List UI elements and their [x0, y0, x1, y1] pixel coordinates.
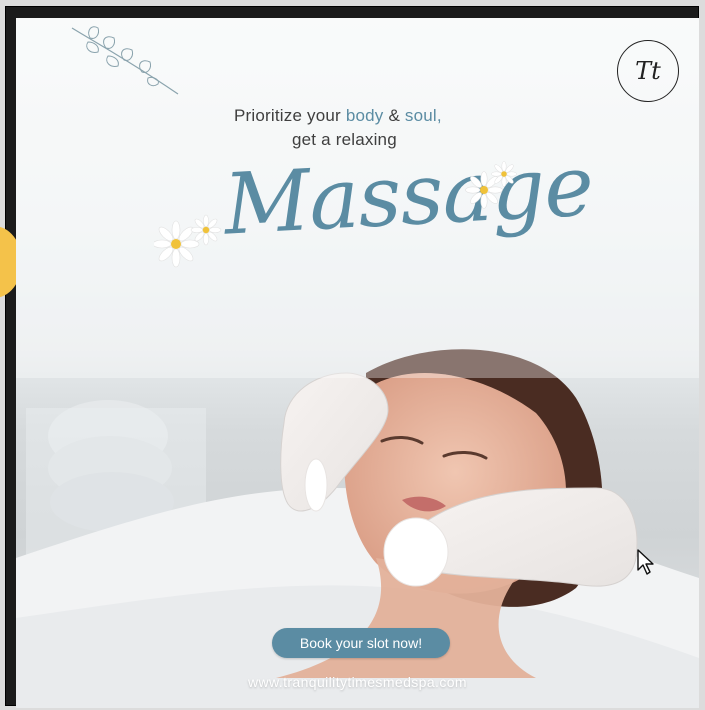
viewport: Prioritize your body & soul, get a relax… [0, 0, 705, 710]
daisy-icon [465, 161, 517, 209]
script-title: Massage [221, 136, 596, 254]
headline-line-1: Prioritize your body & soul, [234, 106, 442, 126]
massage-poster: Prioritize your body & soul, get a relax… [16, 18, 699, 708]
mouse-pointer-icon [637, 549, 654, 575]
leaf-branch-icon [71, 26, 179, 95]
headline-amp: & [383, 106, 405, 125]
book-slot-button[interactable]: Book your slot now! [272, 628, 450, 658]
website-url[interactable]: www.tranquilitytimesmedspa.com [16, 674, 699, 690]
headline-prefix: Prioritize your [234, 106, 346, 125]
daisy-icon [154, 214, 222, 268]
logo-text: Tt [635, 57, 661, 85]
headline-soul: soul, [404, 106, 442, 125]
headline-body: body [345, 106, 384, 125]
book-slot-label: Book your slot now! [299, 635, 423, 651]
monogram-logo: Tt [617, 40, 679, 102]
